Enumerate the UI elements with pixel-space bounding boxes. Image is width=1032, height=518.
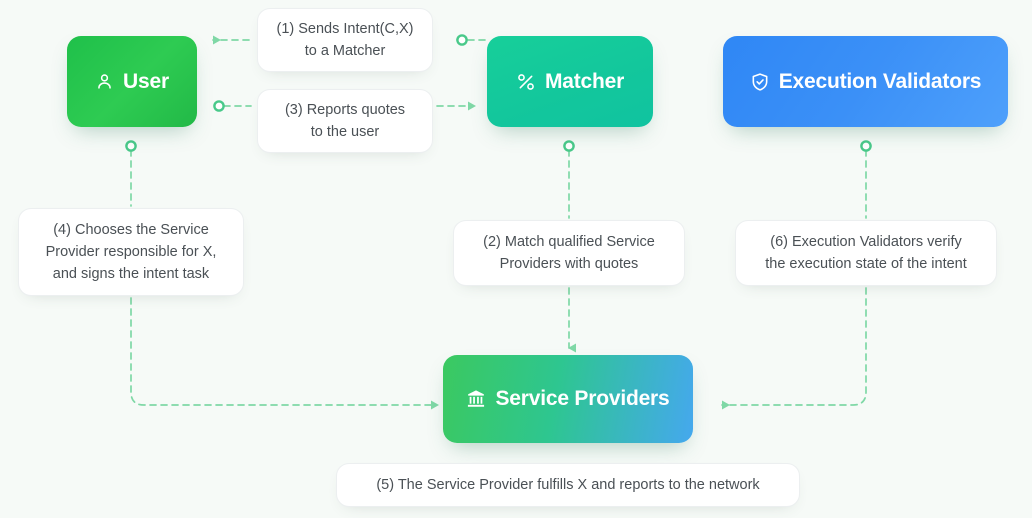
dot-step3-origin [213,100,225,112]
dot-user-down-origin [125,140,137,152]
user-icon [95,72,114,91]
node-service-providers[interactable]: Service Providers [443,355,693,443]
node-execution-validators[interactable]: Execution Validators [723,36,1008,127]
caption-step-4-line-1: (4) Chooses the Service [53,221,209,238]
caption-step-2: (2) Match qualified Service Providers wi… [453,220,685,286]
caption-step-2-line-1: (2) Match qualified Service [483,233,655,250]
caption-step-4: (4) Chooses the Service Provider respons… [18,208,244,296]
node-matcher-label: Matcher [544,69,625,93]
edge-step6-to-providers [721,287,867,410]
caption-step-5-line-1: (5) The Service Provider fulfills X and … [376,476,760,493]
dot-step1-origin [456,34,468,46]
caption-step-6-line-1: (6) Execution Validators verify [770,233,962,250]
node-user[interactable]: User [67,36,197,127]
node-user-label: User [123,69,169,93]
node-providers-label: Service Providers [495,387,670,410]
caption-step-6-line-2: the execution state of the intent [765,256,967,272]
bank-icon [466,389,486,409]
diagram-canvas: User Matcher Execution Validators Servic… [0,0,1032,518]
dot-matcher-down-origin [563,140,575,152]
caption-step-5: (5) The Service Provider fulfills X and … [336,463,800,507]
caption-step-1-line-2: to a Matcher [304,43,386,59]
node-validators-label: Execution Validators [778,69,982,93]
caption-step-1-line-1: (1) Sends Intent(C,X) [276,20,414,37]
caption-step-3: (3) Reports quotes to the user [257,89,433,153]
shield-check-icon [750,72,770,92]
dot-validators-down-origin [860,140,872,152]
node-matcher[interactable]: Matcher [487,36,653,127]
match-percent-icon [516,72,536,92]
caption-step-4-line-2: Provider responsible for X, [45,243,217,260]
caption-step-3-line-2: to the user [310,124,380,140]
caption-step-2-line-2: Providers with quotes [499,256,639,272]
edge-step4-to-providers [130,297,439,410]
caption-step-1: (1) Sends Intent(C,X) to a Matcher [257,8,433,72]
caption-step-3-line-1: (3) Reports quotes [284,101,406,118]
caption-step-6: (6) Execution Validators verify the exec… [735,220,997,286]
caption-step-4-line-3: and signs the intent task [52,266,210,283]
